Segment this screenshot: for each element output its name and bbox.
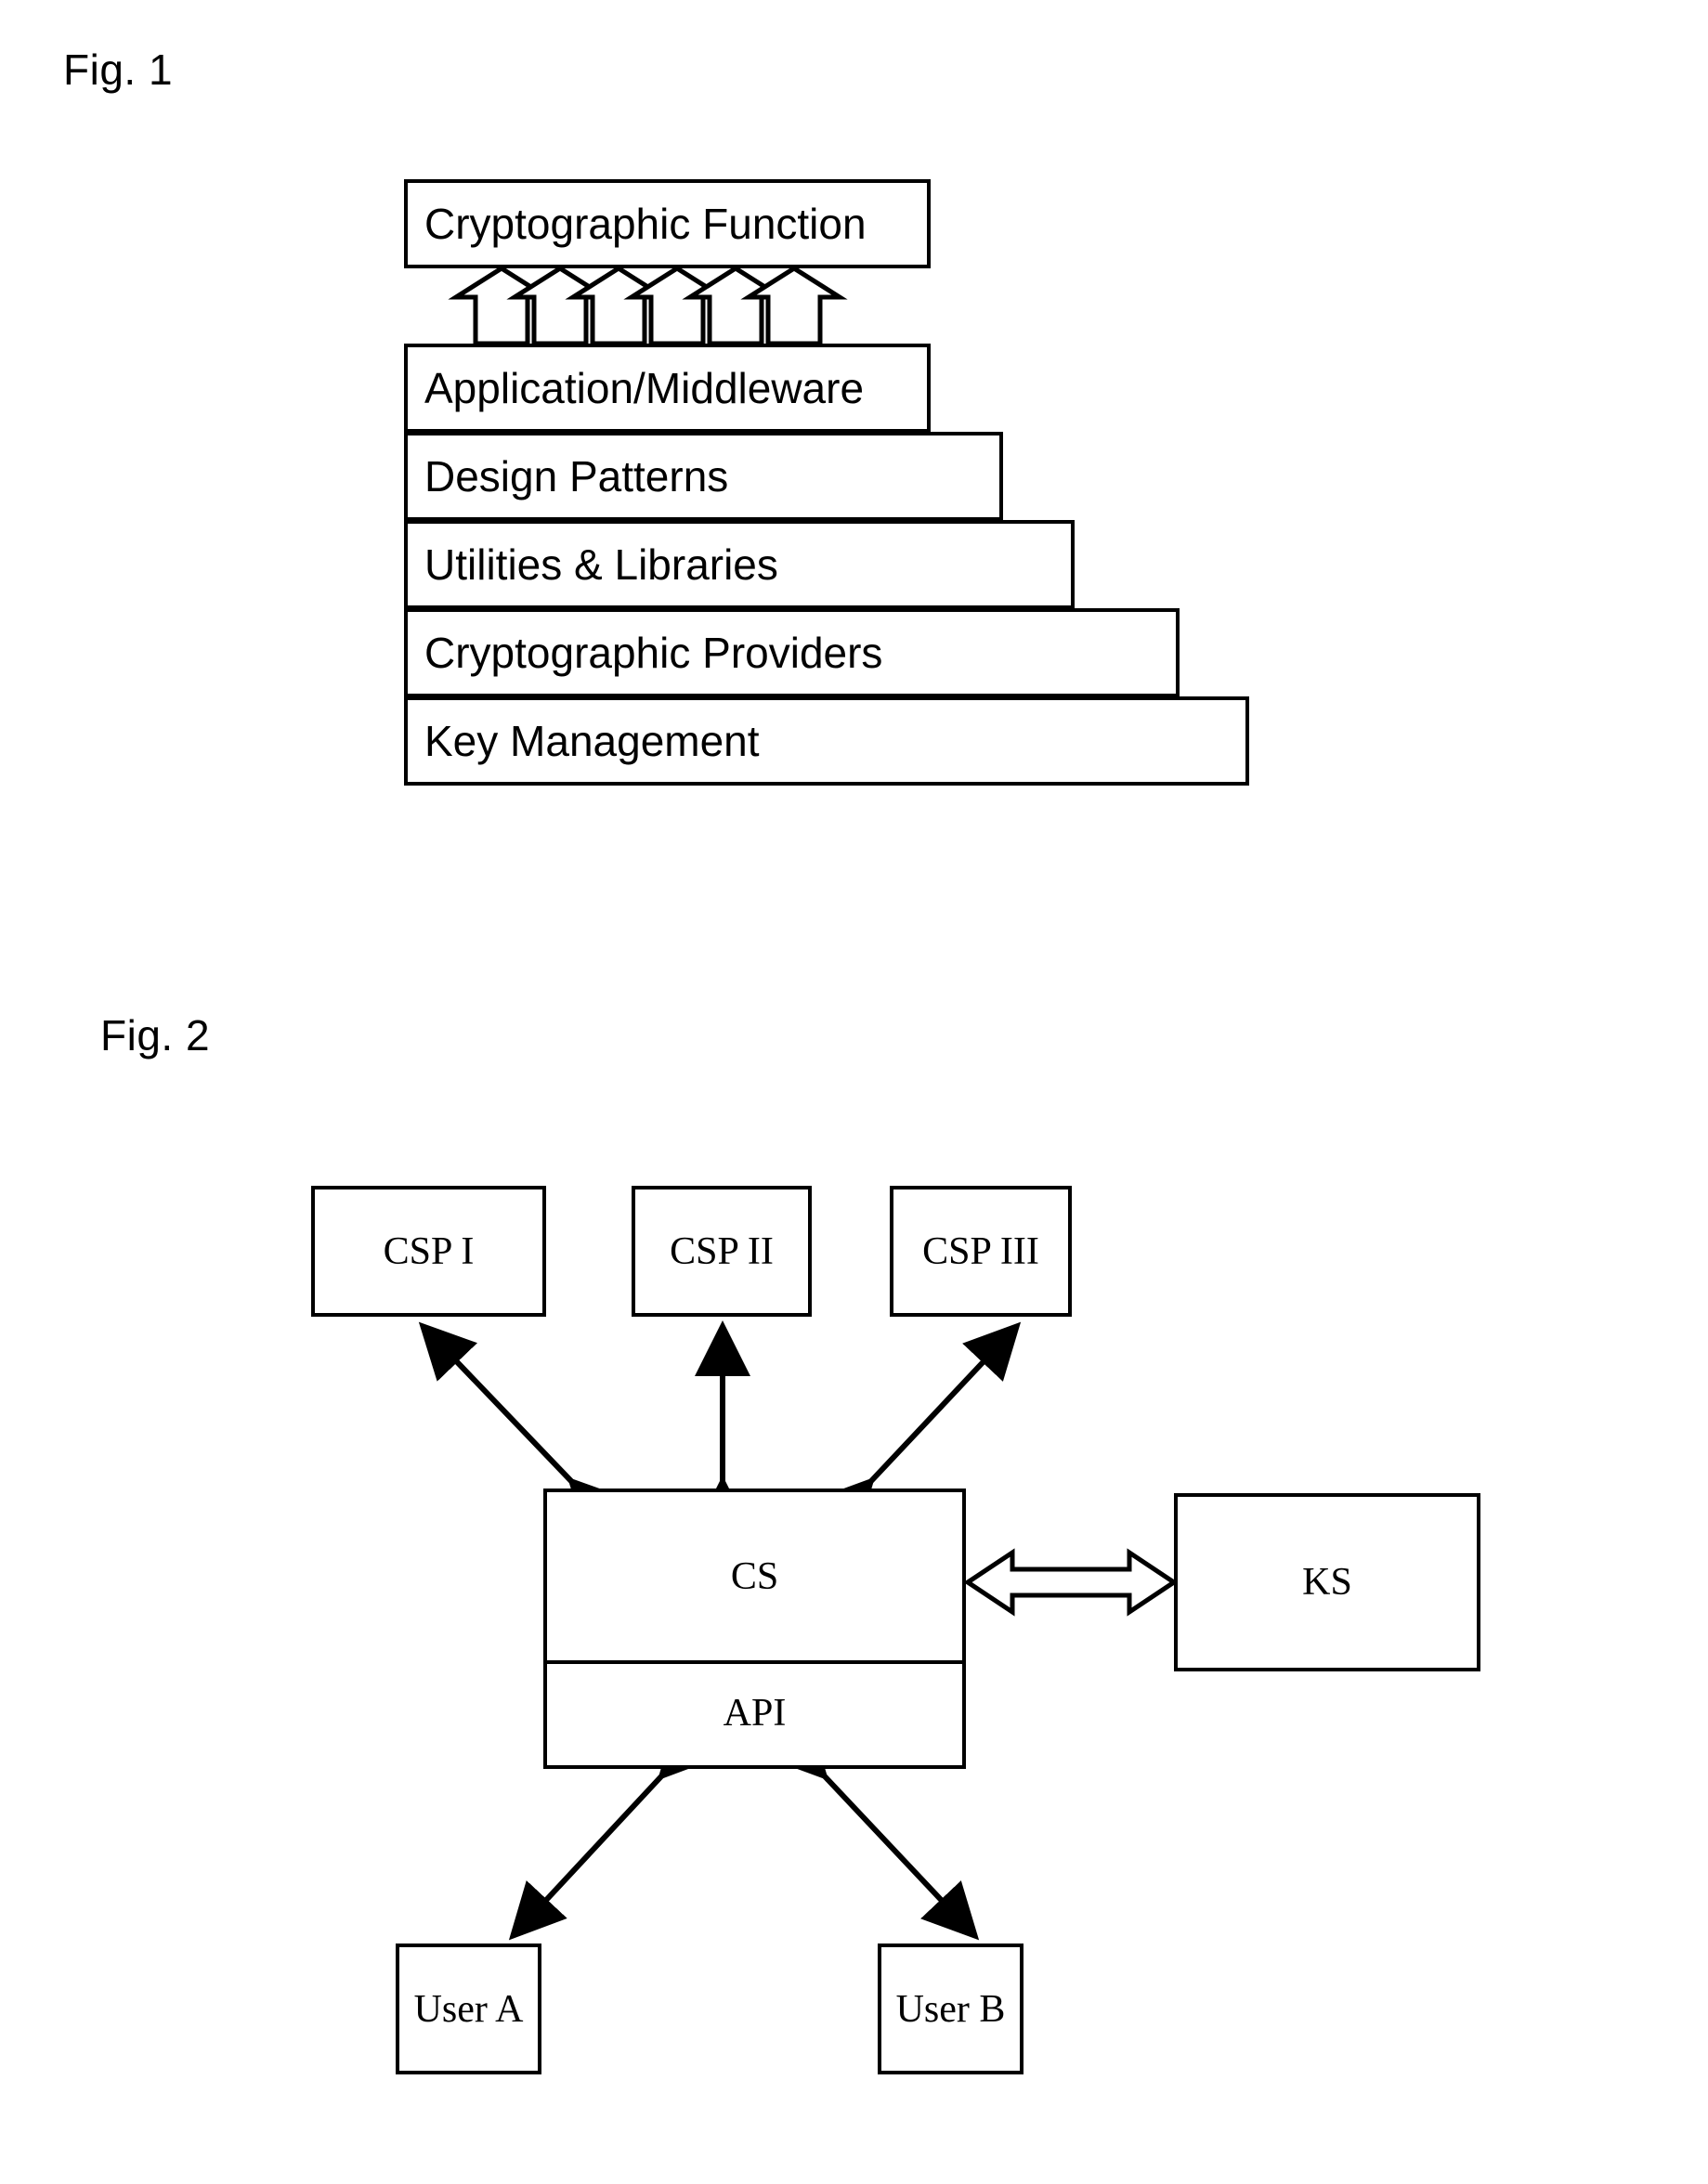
figure-2: Fig. 2 CSP I CSP II CSP III CS API KS Us… <box>0 0 1708 2184</box>
node-label-user-b: User B <box>895 1987 1006 2031</box>
connector-cs-to-csp-3 <box>816 1321 1022 1537</box>
node-box-cs: CS API <box>543 1488 966 1769</box>
node-label-api: API <box>723 1691 787 1735</box>
connector-cs-to-ks-block-arrow <box>963 1548 1179 1617</box>
node-label-csp-3: CSP III <box>922 1229 1039 1273</box>
node-box-user-b: User B <box>878 1944 1023 2074</box>
node-label-cs: CS <box>730 1554 779 1598</box>
node-box-csp-3: CSP III <box>890 1186 1072 1317</box>
figure-2-connectors <box>418 1320 1179 1941</box>
node-box-csp-1: CSP I <box>311 1186 546 1317</box>
node-box-csp-2: CSP II <box>632 1186 812 1317</box>
figure-2-label: Fig. 2 <box>100 1011 211 1060</box>
node-label-csp-2: CSP II <box>670 1229 774 1273</box>
diagram-page: Fig. 1 Cryptographic Function Applicatio… <box>0 0 1708 2184</box>
node-box-user-a: User A <box>396 1944 541 2074</box>
connector-api-to-user-a <box>508 1721 716 1941</box>
connector-api-to-user-b <box>770 1721 980 1941</box>
node-box-ks: KS <box>1174 1493 1480 1671</box>
node-label-csp-1: CSP I <box>383 1229 475 1273</box>
connector-cs-to-csp-1 <box>418 1321 627 1537</box>
node-label-ks: KS <box>1302 1561 1352 1604</box>
node-label-user-a: User A <box>413 1987 524 2031</box>
node-section-api: API <box>547 1664 962 1762</box>
node-section-cs: CS <box>547 1492 962 1664</box>
